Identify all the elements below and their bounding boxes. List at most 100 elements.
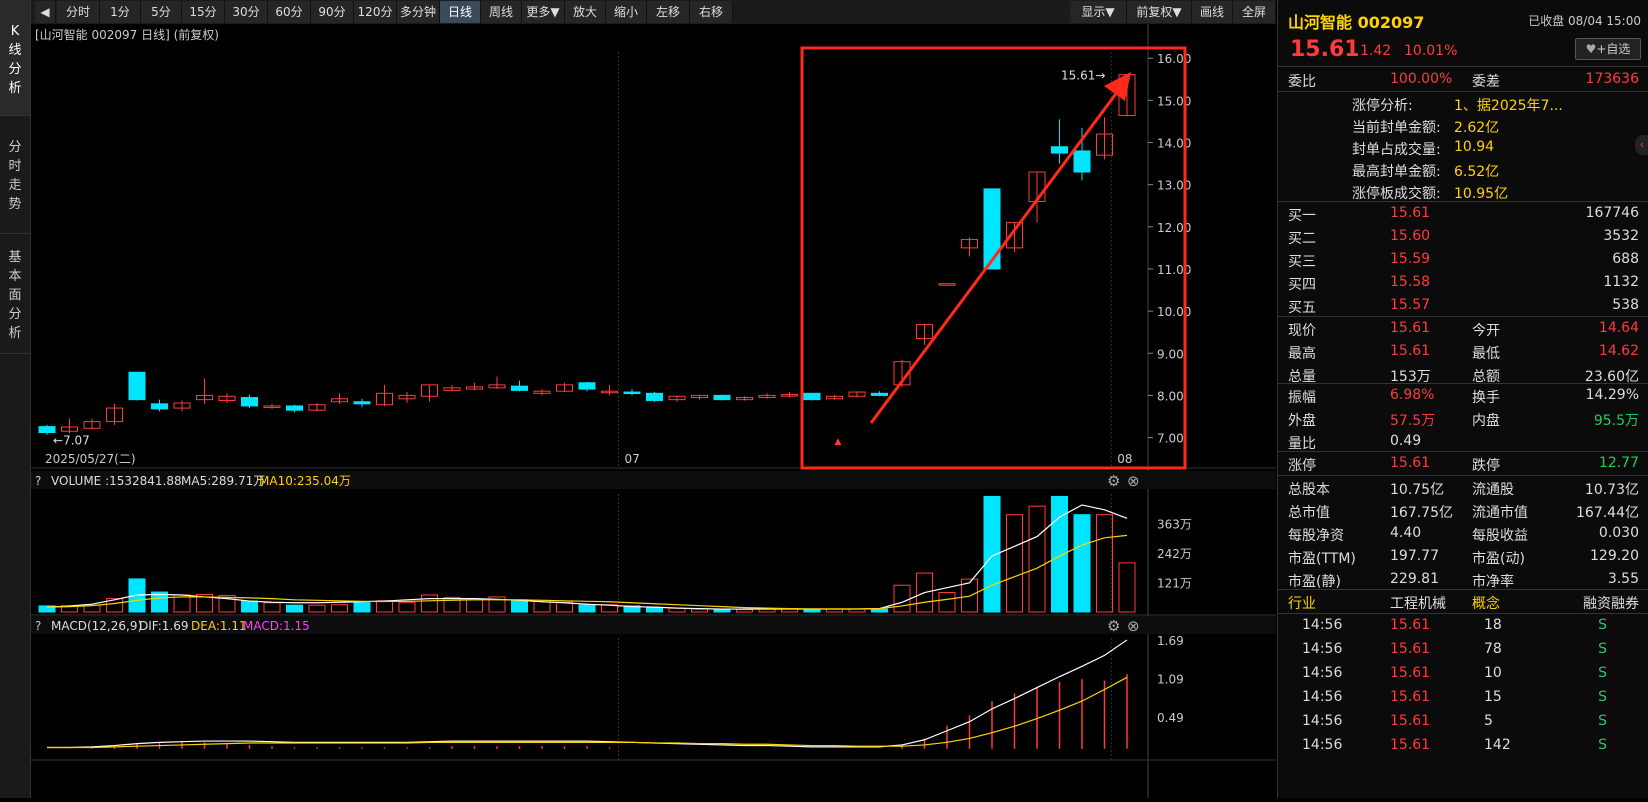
stat-label: 振幅 bbox=[1288, 390, 1316, 406]
month-label: 07 bbox=[625, 452, 640, 466]
tab-fundamentals[interactable]: 基 本 面 分 析 bbox=[0, 234, 30, 354]
tick-side: S bbox=[1598, 641, 1607, 657]
limit-label: 当前封单金额: bbox=[1352, 120, 1441, 136]
tick-time: 14:56 bbox=[1302, 689, 1343, 705]
candle-body bbox=[128, 371, 146, 401]
bid-row: 买四 15.58 1132 bbox=[1278, 271, 1648, 295]
candle-body bbox=[646, 392, 663, 401]
bid-price: 15.58 bbox=[1390, 274, 1431, 290]
volume-bar bbox=[511, 599, 528, 613]
stat-label: 市盈(静) bbox=[1288, 574, 1341, 590]
stat-row: 市盈(TTM) 197.77 市盈(动) 129.20 bbox=[1278, 545, 1648, 569]
price-change-pct: 10.01% bbox=[1404, 43, 1458, 59]
period-button-15[interactable]: 右移 bbox=[690, 1, 733, 23]
period-button-8[interactable]: 多分钟 bbox=[397, 1, 440, 23]
stat-label: 最低 bbox=[1472, 346, 1500, 362]
add-favorite-label: +自选 bbox=[1596, 42, 1631, 56]
candle-body bbox=[241, 397, 258, 407]
bid-label: 买五 bbox=[1288, 300, 1316, 316]
period-button-4[interactable]: 30分 bbox=[225, 1, 268, 23]
period-button-12[interactable]: 放大 bbox=[565, 1, 606, 23]
limit-row: 涨停分析: 1、据2025年7... bbox=[1278, 92, 1648, 116]
stat-value: 15.61 bbox=[1390, 320, 1431, 336]
volume-bar bbox=[646, 607, 663, 613]
add-favorite-button[interactable]: ♥+自选 bbox=[1575, 38, 1641, 60]
stat-value: 10.75亿 bbox=[1390, 482, 1445, 498]
stat-row: 现价 15.61 今开 14.64 bbox=[1278, 317, 1648, 341]
volume-ma5: MA5:289.71万 bbox=[181, 474, 265, 488]
volume-tick-label: 242万 bbox=[1157, 547, 1192, 561]
period-button-2[interactable]: 5分 bbox=[141, 1, 182, 23]
chart-svg[interactable]: [山河智能 002097 日线] (前复权)16.0015.0014.0013.… bbox=[31, 24, 1276, 798]
period-button-13[interactable]: 缩小 bbox=[606, 1, 647, 23]
toolbar-right-button-3[interactable]: 全屏 bbox=[1233, 1, 1276, 23]
quote-panel: 山河智能 002097 已收盘 08/04 15:00 15.61 1.42 1… bbox=[1277, 0, 1648, 798]
high-price-marker: 15.61→ bbox=[1061, 69, 1105, 83]
bid-label: 买二 bbox=[1288, 231, 1316, 247]
stat-value: 95.5万 bbox=[1593, 413, 1639, 429]
price-tick-label: 8.00 bbox=[1157, 389, 1184, 403]
candle-body bbox=[1051, 146, 1068, 154]
volume-bar bbox=[286, 604, 303, 613]
stat-label: 每股收益 bbox=[1472, 528, 1528, 544]
limit-row: 最高封单金额: 6.52亿 bbox=[1278, 158, 1648, 182]
tab-k-line-analysis[interactable]: K 线 分 析 bbox=[0, 0, 30, 116]
limit-value: 10.94 bbox=[1454, 139, 1495, 155]
tick-time: 14:56 bbox=[1302, 617, 1343, 633]
stat-value: 15.61 bbox=[1390, 343, 1431, 359]
candle-body bbox=[578, 382, 596, 390]
webi-label: 委比 bbox=[1288, 74, 1316, 90]
toolbar-right-button-2[interactable]: 画线 bbox=[1192, 1, 1233, 23]
tick-price: 15.61 bbox=[1390, 665, 1431, 681]
macd-dea: DEA:1.11 bbox=[191, 619, 247, 633]
settings-gear-icon: ⚙ bbox=[1107, 472, 1120, 490]
bid-label: 买三 bbox=[1288, 254, 1316, 270]
help-icon: ? bbox=[35, 619, 41, 633]
marker-triangle: ▲ bbox=[835, 437, 842, 447]
collapse-left-button[interactable]: ◀ bbox=[35, 1, 56, 23]
price-tick-label: 7.00 bbox=[1157, 432, 1184, 446]
period-button-3[interactable]: 15分 bbox=[182, 1, 225, 23]
bid-label: 买一 bbox=[1288, 208, 1316, 224]
period-button-7[interactable]: 120分 bbox=[354, 1, 397, 23]
stat-row: 每股净资 4.40 每股收益 0.030 bbox=[1278, 522, 1648, 546]
price-tick-label: 9.00 bbox=[1157, 347, 1184, 361]
toolbar-right-button-0[interactable]: 显示▼ bbox=[1070, 1, 1127, 23]
volume-bar bbox=[578, 604, 596, 613]
stat-row: 涨停 15.61 跌停 12.77 bbox=[1278, 452, 1648, 476]
stat-row: 总市值 167.75亿 流通市值 167.44亿 bbox=[1278, 499, 1648, 523]
bid-row: 买二 15.60 3532 bbox=[1278, 225, 1648, 249]
tick-side: S bbox=[1598, 737, 1607, 753]
stat-label: 今开 bbox=[1472, 323, 1500, 339]
tick-side: S bbox=[1598, 689, 1607, 705]
stat-label: 换手 bbox=[1472, 390, 1500, 406]
limit-label: 封单占成交量: bbox=[1352, 142, 1441, 158]
chart-area[interactable]: [山河智能 002097 日线] (前复权) 16.00 15.00 14.00 13.… bbox=[31, 24, 1276, 798]
stat-value: 6.98% bbox=[1390, 387, 1435, 403]
macd-value: MACD:1.15 bbox=[243, 619, 310, 633]
period-button-9[interactable]: 日线 bbox=[440, 1, 481, 23]
stat-value: 197.77 bbox=[1390, 548, 1439, 564]
webi-row: 委比 100.00% 委差 173636 bbox=[1278, 68, 1648, 92]
bid-price: 15.57 bbox=[1390, 297, 1431, 313]
limit-label: 涨停板成交额: bbox=[1352, 186, 1441, 202]
price-change: 1.42 bbox=[1360, 43, 1392, 59]
current-price: 15.61 bbox=[1290, 37, 1360, 62]
stat-label: 跌停 bbox=[1472, 458, 1500, 474]
period-button-10[interactable]: 周线 bbox=[481, 1, 522, 23]
chart-title: [山河智能 002097 日线] (前复权) bbox=[35, 27, 219, 42]
tab-intraday-trend[interactable]: 分 时 走 势 bbox=[0, 116, 30, 234]
period-button-0[interactable]: 分时 bbox=[57, 1, 100, 23]
industry-row: 行业 工程机械 概念 融资融券 bbox=[1278, 590, 1648, 614]
tick-price: 15.61 bbox=[1390, 713, 1431, 729]
toolbar-right-button-1[interactable]: 前复权▼ bbox=[1127, 1, 1192, 23]
period-button-5[interactable]: 60分 bbox=[268, 1, 311, 23]
period-button-6[interactable]: 90分 bbox=[311, 1, 354, 23]
period-button-11[interactable]: 更多▼ bbox=[522, 1, 565, 23]
limit-value: 10.95亿 bbox=[1454, 186, 1509, 202]
period-button-14[interactable]: 左移 bbox=[647, 1, 690, 23]
limit-label: 涨停分析: bbox=[1352, 98, 1413, 114]
period-button-1[interactable]: 1分 bbox=[100, 1, 141, 23]
tick-price: 15.61 bbox=[1390, 617, 1431, 633]
help-icon: ? bbox=[35, 474, 41, 488]
